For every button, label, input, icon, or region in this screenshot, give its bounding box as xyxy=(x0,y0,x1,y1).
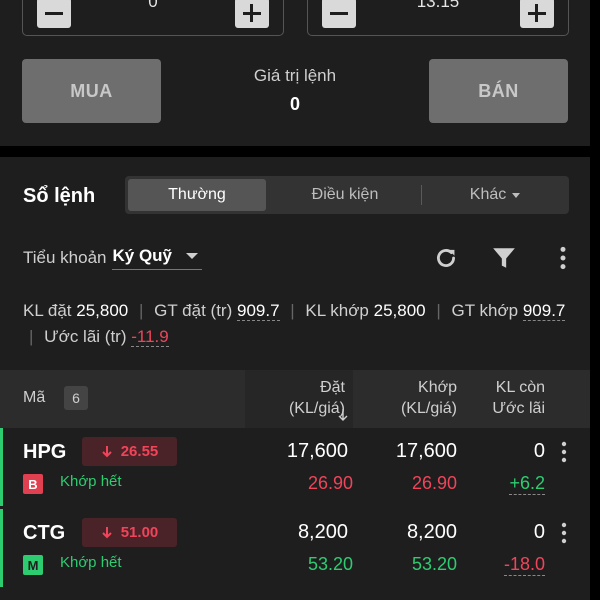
arrow-down-icon xyxy=(102,446,112,458)
quantity-stepper[interactable]: 0 xyxy=(22,0,284,36)
subaccount-selector: Tiểu khoản Ký Quỹ xyxy=(23,246,203,270)
kl-khop-value: 25,800 xyxy=(373,301,426,320)
header-matched-line2: (KL/giá) xyxy=(400,400,457,417)
order-book-panel: Sổ lệnh Thường Điều kiện Khác Tiểu khoản… xyxy=(0,157,590,600)
kl-dat-label: KL đặt xyxy=(23,301,72,320)
ordered-qty: 17,600 xyxy=(286,440,348,462)
gt-khop-value: 909.7 xyxy=(522,301,566,321)
subaccount-label: Tiểu khoản xyxy=(23,248,107,267)
tab-conditional[interactable]: Điều kiện xyxy=(275,179,415,211)
order-status: Khớp hết xyxy=(60,473,122,490)
separator: | xyxy=(139,301,144,320)
header-remaining-line1: KL còn xyxy=(495,379,545,396)
gt-dat-label: GT đặt (tr) xyxy=(154,301,233,320)
uoc-lai-label: Ước lãi (tr) xyxy=(44,327,127,346)
arrow-down-icon xyxy=(102,527,112,539)
separator: | xyxy=(436,301,441,320)
estimated-pnl: -18.0 xyxy=(503,554,545,576)
tab-conditional-label: Điều kiện xyxy=(311,186,379,203)
ordered-qty: 8,200 xyxy=(297,521,348,543)
order-type-tabs: Thường Điều kiện Khác xyxy=(125,176,569,214)
uoc-lai-value: -11.9 xyxy=(131,327,169,347)
price-change-badge: 51.00 xyxy=(82,518,177,547)
matched-qty: 8,200 xyxy=(406,521,457,543)
matched-qty: 17,600 xyxy=(395,440,457,462)
matched-price: 53.20 xyxy=(411,554,457,574)
buy-button[interactable]: MUA xyxy=(22,59,161,123)
header-remaining: KL còn Ước lãi xyxy=(492,377,545,419)
header-matched-cell[interactable] xyxy=(353,370,590,428)
table-row[interactable]: CTG 51.00 M Khớp hết 8,200 53.20 8,200 5… xyxy=(0,509,590,587)
row-accent-bar xyxy=(0,509,3,587)
tab-other[interactable]: Khác xyxy=(421,179,569,211)
order-book-title: Sổ lệnh xyxy=(23,185,96,207)
quantity-decrease-button[interactable] xyxy=(37,0,71,28)
price-change-badge: 26.55 xyxy=(82,437,177,466)
order-value-label: Giá trị lệnh xyxy=(253,66,337,85)
estimated-pnl: +6.2 xyxy=(509,473,545,495)
refresh-icon[interactable] xyxy=(433,245,459,271)
row-accent-bar xyxy=(0,428,3,506)
side-badge: B xyxy=(23,474,43,494)
header-matched: Khớp (KL/giá) xyxy=(401,377,457,419)
remaining-qty: 0 xyxy=(533,521,545,543)
matched-price: 26.90 xyxy=(411,473,457,493)
kl-dat-value: 25,800 xyxy=(76,301,129,320)
separator: | xyxy=(29,327,34,346)
tab-normal[interactable]: Thường xyxy=(128,179,266,211)
subaccount-value: Ký Quỹ xyxy=(112,246,173,265)
chevron-down-icon xyxy=(512,192,521,198)
row-symbol: CTG xyxy=(23,522,66,544)
kl-khop-label: KL khớp xyxy=(305,301,369,320)
row-symbol: HPG xyxy=(23,441,67,463)
gt-khop-label: GT khớp xyxy=(451,301,519,320)
subaccount-dropdown[interactable]: Ký Quỹ xyxy=(112,246,203,270)
remaining-qty: 0 xyxy=(533,440,545,462)
tab-other-label: Khác xyxy=(469,186,507,203)
header-ordered-line1: Đặt xyxy=(320,379,345,396)
price-change-value: 26.55 xyxy=(120,443,159,460)
order-summary: KL đặt 25,800 | GT đặt (tr) 909.7 | KL k… xyxy=(23,298,578,350)
side-badge: M xyxy=(23,555,43,575)
filter-icon[interactable] xyxy=(491,245,517,271)
header-symbol: Mã xyxy=(23,389,46,406)
price-change-value: 51.00 xyxy=(120,524,159,541)
price-decrease-button[interactable] xyxy=(322,0,356,28)
order-count-badge: 6 xyxy=(64,386,88,410)
price-increase-button[interactable] xyxy=(520,0,554,28)
sell-button[interactable]: BÁN xyxy=(429,59,568,123)
order-status: Khớp hết xyxy=(60,554,122,571)
chevron-down-icon xyxy=(186,253,199,259)
quantity-increase-button[interactable] xyxy=(235,0,269,28)
gt-dat-value: 909.7 xyxy=(236,301,280,321)
more-vertical-icon[interactable] xyxy=(550,245,576,271)
more-vertical-icon[interactable] xyxy=(557,522,571,544)
more-vertical-icon[interactable] xyxy=(557,441,571,463)
header-matched-line1: Khớp xyxy=(418,379,457,396)
price-input[interactable]: 13.15 xyxy=(368,0,508,10)
ordered-price: 26.90 xyxy=(307,473,353,493)
header-remaining-line2: Ước lãi xyxy=(492,400,545,417)
quantity-input[interactable]: 0 xyxy=(83,0,223,10)
table-row[interactable]: HPG 26.55 B Khớp hết 17,600 26.90 17,600… xyxy=(0,428,590,506)
order-value-amount: 0 xyxy=(289,94,300,114)
table-header: Mã 6 Đặt (KL/giá) Khớp (KL/giá) KL còn Ư… xyxy=(0,370,590,428)
ordered-price: 53.20 xyxy=(307,554,353,574)
sort-down-icon[interactable] xyxy=(337,408,349,422)
separator: | xyxy=(290,301,295,320)
order-value: Giá trị lệnh 0 xyxy=(200,66,390,115)
order-form-panel: 0 13.15 MUA Giá trị lệnh 0 BÁN xyxy=(0,0,590,146)
price-stepper[interactable]: 13.15 xyxy=(307,0,569,36)
tab-normal-label: Thường xyxy=(168,186,226,203)
